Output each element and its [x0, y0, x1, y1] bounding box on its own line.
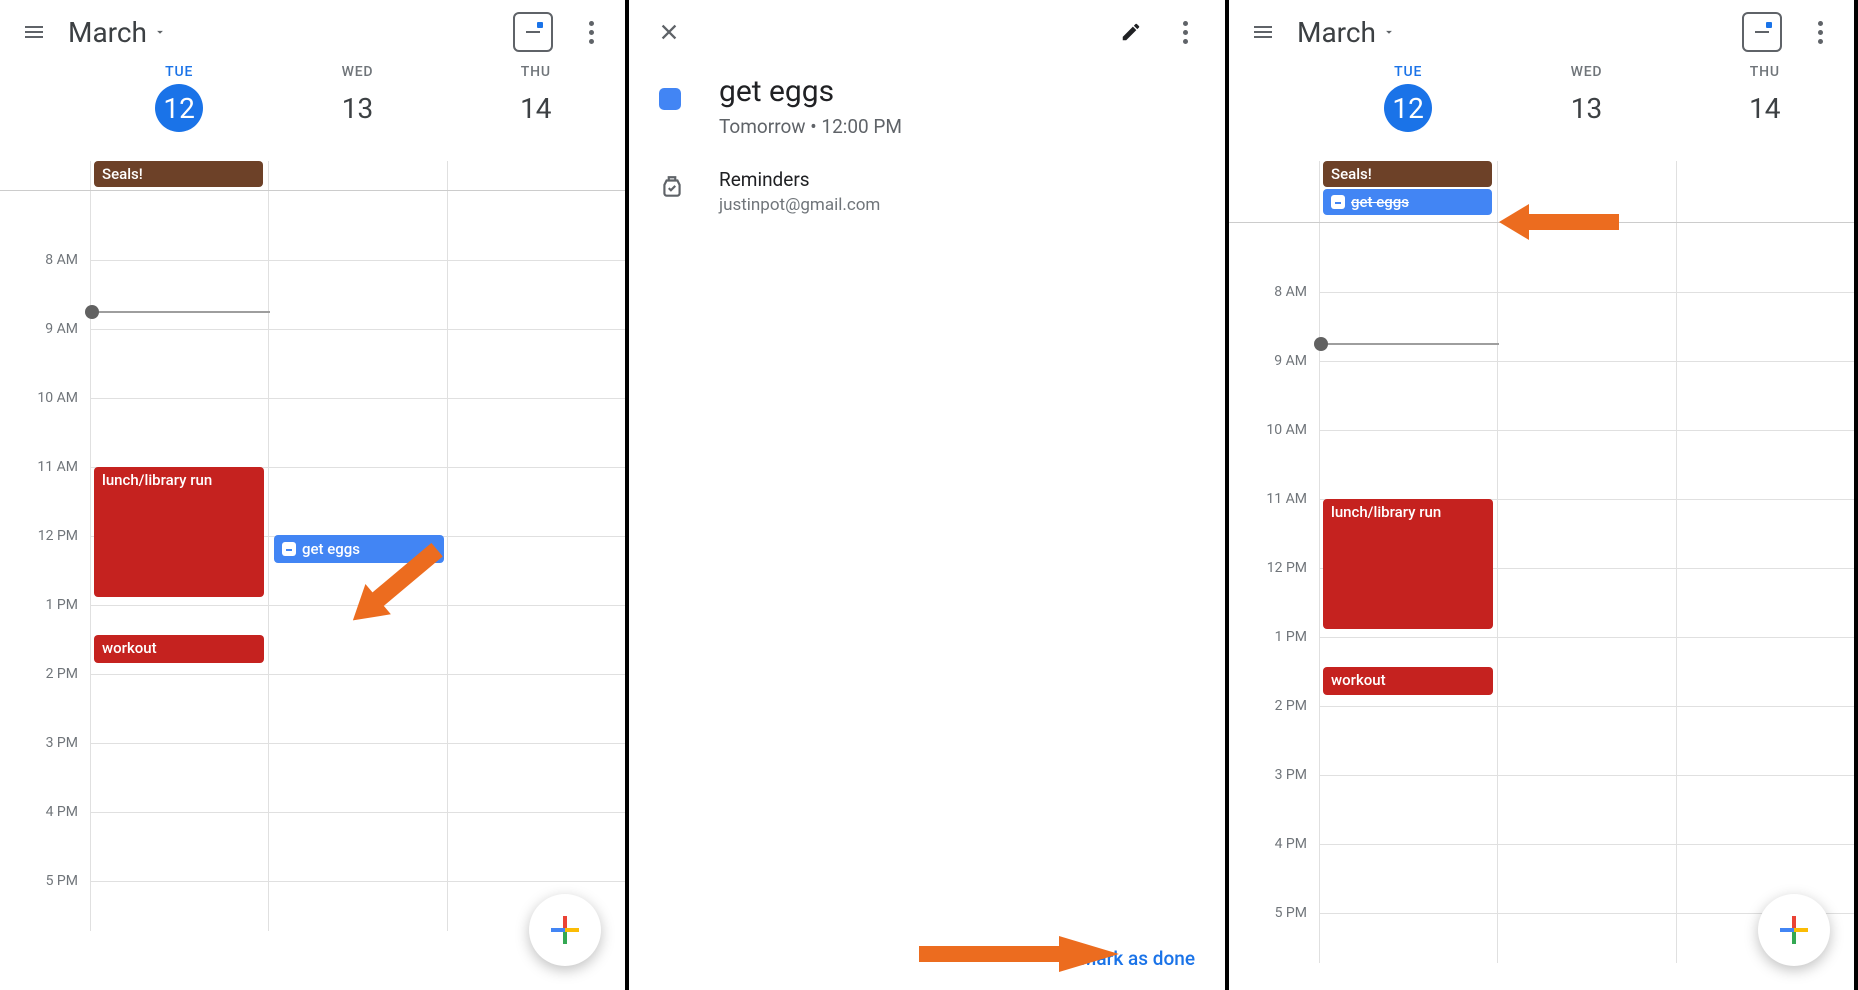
- reminders-heading: Reminders: [719, 168, 880, 191]
- calendar-panel-1: March TUE 12 WED 13 THU 14 Seals! 8 AM 9…: [0, 0, 629, 990]
- day-header-thu[interactable]: THU 14: [447, 64, 625, 159]
- menu-icon[interactable]: [1243, 12, 1283, 52]
- hour-label: 12 PM: [0, 528, 90, 597]
- hour-label: 10 AM: [1229, 422, 1319, 491]
- plus-icon: [1776, 912, 1812, 948]
- hour-label: 12 PM: [1229, 560, 1319, 629]
- event-lunch[interactable]: lunch/library run: [94, 467, 264, 597]
- menu-icon[interactable]: [14, 12, 54, 52]
- month-label: March: [1297, 16, 1376, 49]
- day-name: THU: [1676, 64, 1854, 80]
- now-indicator: [90, 311, 270, 313]
- time-grid[interactable]: 8 AM 9 AM 10 AM 11 AM 12 PM 1 PM 2 PM 3 …: [1229, 223, 1854, 963]
- detail-title-row: get eggs Tomorrow • 12:00 PM: [659, 74, 1195, 138]
- annotation-arrow: [1499, 200, 1619, 244]
- hour-label: 3 PM: [0, 735, 90, 804]
- now-indicator: [1319, 343, 1499, 345]
- event-seals[interactable]: Seals!: [94, 161, 263, 187]
- reminder-icon: [282, 542, 296, 556]
- reminders-icon: [659, 174, 685, 200]
- hour-label: 3 PM: [1229, 767, 1319, 836]
- hour-label: 8 AM: [1229, 284, 1319, 353]
- calendar-color-icon: [659, 88, 681, 110]
- overflow-menu-icon[interactable]: [1165, 12, 1205, 52]
- today-icon[interactable]: [1742, 12, 1782, 52]
- day-name: TUE: [90, 64, 268, 80]
- edit-icon[interactable]: [1111, 12, 1151, 52]
- month-dropdown[interactable]: March: [1297, 16, 1396, 49]
- reminder-title: get eggs: [719, 74, 902, 109]
- day-number: 14: [512, 84, 560, 132]
- reminders-email: justinpot@gmail.com: [719, 195, 880, 215]
- event-seals[interactable]: Seals!: [1323, 161, 1492, 187]
- day-headers: TUE 12 WED 13 THU 14: [1229, 64, 1854, 159]
- day-header-tue[interactable]: TUE 12: [90, 64, 268, 159]
- hour-label: 1 PM: [0, 597, 90, 666]
- create-event-fab[interactable]: [529, 894, 601, 966]
- hour-label: 11 AM: [0, 459, 90, 528]
- day-number: 14: [1741, 84, 1789, 132]
- event-workout[interactable]: workout: [94, 635, 264, 663]
- time-grid[interactable]: 8 AM 9 AM 10 AM 11 AM 12 PM 1 PM 2 PM 3 …: [0, 191, 625, 931]
- caret-down-icon: [1382, 25, 1396, 39]
- day-number: 12: [1384, 84, 1432, 132]
- hour-label: 9 AM: [1229, 353, 1319, 422]
- day-header-wed[interactable]: WED 13: [268, 64, 446, 159]
- detail-topbar: [629, 0, 1225, 64]
- detail-reminders-row: Reminders justinpot@gmail.com: [659, 168, 1195, 215]
- reminder-icon: [1331, 195, 1345, 209]
- annotation-arrow: [919, 932, 1119, 976]
- day-header-wed[interactable]: WED 13: [1497, 64, 1675, 159]
- hour-label: 2 PM: [1229, 698, 1319, 767]
- hour-label: 1 PM: [1229, 629, 1319, 698]
- close-icon[interactable]: [649, 12, 689, 52]
- day-header-tue[interactable]: TUE 12: [1319, 64, 1497, 159]
- now-indicator-dot: [1314, 337, 1328, 351]
- event-lunch[interactable]: lunch/library run: [1323, 499, 1493, 629]
- day-number: 12: [155, 84, 203, 132]
- hour-label: 10 AM: [0, 390, 90, 459]
- caret-down-icon: [153, 25, 167, 39]
- day-number: 13: [1562, 84, 1610, 132]
- month-label: March: [68, 16, 147, 49]
- event-workout[interactable]: workout: [1323, 667, 1493, 695]
- day-name: WED: [1497, 64, 1675, 80]
- allday-row: Seals!: [0, 161, 625, 191]
- overflow-menu-icon[interactable]: [1800, 12, 1840, 52]
- topbar: March: [1229, 0, 1854, 64]
- day-name: WED: [268, 64, 446, 80]
- hour-label: 4 PM: [0, 804, 90, 873]
- now-indicator-dot: [85, 305, 99, 319]
- detail-body: get eggs Tomorrow • 12:00 PM Reminders j…: [629, 64, 1225, 255]
- topbar: March: [0, 0, 625, 64]
- month-dropdown[interactable]: March: [68, 16, 167, 49]
- hour-label: 5 PM: [1229, 905, 1319, 963]
- hour-label: 5 PM: [0, 873, 90, 931]
- day-headers: TUE 12 WED 13 THU 14: [0, 64, 625, 159]
- reminder-when: Tomorrow • 12:00 PM: [719, 115, 902, 138]
- day-header-thu[interactable]: THU 14: [1676, 64, 1854, 159]
- create-event-fab[interactable]: [1758, 894, 1830, 966]
- hour-label: 8 AM: [0, 252, 90, 321]
- overflow-menu-icon[interactable]: [571, 12, 611, 52]
- calendar-panel-3: March TUE 12 WED 13 THU 14 Seals! get eg…: [1229, 0, 1858, 990]
- reminder-detail-panel: get eggs Tomorrow • 12:00 PM Reminders j…: [629, 0, 1229, 990]
- reminder-get-eggs-done[interactable]: get eggs: [1323, 189, 1492, 215]
- today-icon[interactable]: [513, 12, 553, 52]
- hour-label: 9 AM: [0, 321, 90, 390]
- hour-label: 2 PM: [0, 666, 90, 735]
- day-name: TUE: [1319, 64, 1497, 80]
- hour-label: 11 AM: [1229, 491, 1319, 560]
- plus-icon: [547, 912, 583, 948]
- day-name: THU: [447, 64, 625, 80]
- hour-label: 4 PM: [1229, 836, 1319, 905]
- day-number: 13: [333, 84, 381, 132]
